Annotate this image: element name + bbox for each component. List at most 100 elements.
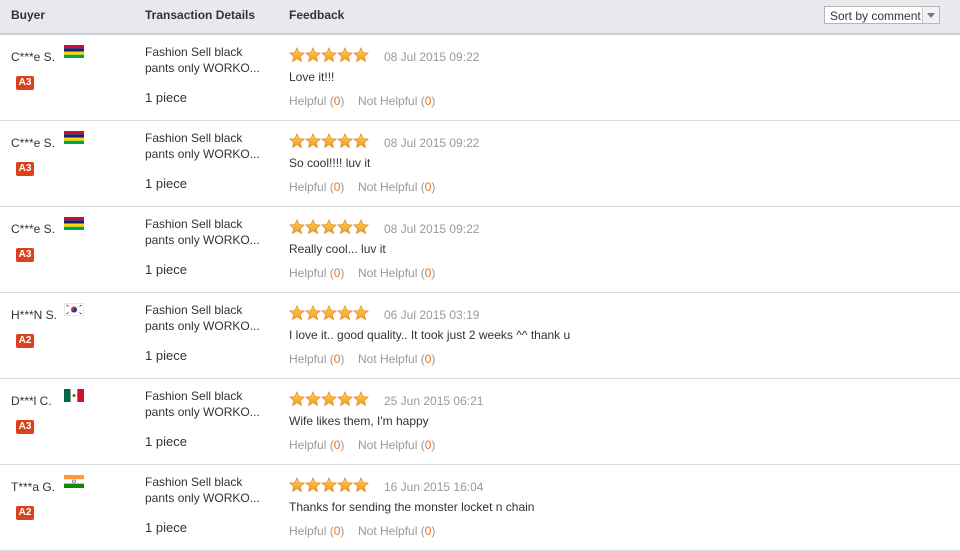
buyer-name: C***e S.	[11, 222, 56, 236]
star-icon	[336, 391, 354, 407]
helpful-label: Helpful	[289, 94, 327, 108]
review-comment: Wife likes them, I'm happy	[289, 414, 429, 428]
not-helpful-button[interactable]: Not Helpful (0)	[358, 352, 435, 366]
helpful-label: Helpful	[289, 438, 327, 452]
star-icon	[320, 219, 338, 235]
buyer-level-badge: A3	[16, 248, 34, 262]
flag-mauritius-icon	[64, 131, 84, 144]
helpful-count: 0	[333, 352, 341, 366]
product-link[interactable]: Fashion Sell black pants only WORKO...	[145, 216, 270, 248]
star-icon	[336, 305, 354, 321]
quantity: 1 piece	[145, 348, 187, 363]
star-icon	[304, 477, 322, 493]
review-comment: Really cool... luv it	[289, 242, 386, 256]
helpful-button[interactable]: Helpful (0)	[289, 266, 344, 280]
helpful-button[interactable]: Helpful (0)	[289, 524, 344, 538]
review-date: 08 Jul 2015 09:22	[384, 50, 480, 64]
buyer-name: C***e S.	[11, 136, 56, 150]
product-link[interactable]: Fashion Sell black pants only WORKO...	[145, 44, 270, 76]
star-icon	[320, 133, 338, 149]
buyer-level-badge: A2	[16, 334, 34, 348]
star-icon	[352, 133, 370, 149]
not-helpful-button[interactable]: Not Helpful (0)	[358, 438, 435, 452]
star-icon	[288, 133, 306, 149]
star-icon	[336, 477, 354, 493]
not-helpful-label: Not Helpful	[358, 438, 418, 452]
quantity: 1 piece	[145, 262, 187, 277]
not-helpful-button[interactable]: Not Helpful (0)	[358, 266, 435, 280]
not-helpful-label: Not Helpful	[358, 180, 418, 194]
flag-india-icon	[64, 475, 84, 488]
product-link[interactable]: Fashion Sell black pants only WORKO...	[145, 130, 270, 162]
review-row: D***l C. A3 Fashion Sell black pants only …	[0, 379, 960, 465]
sort-select[interactable]: Sort by comment	[824, 6, 940, 24]
product-link[interactable]: Fashion Sell black pants only WORKO...	[145, 474, 270, 506]
star-icon	[320, 47, 338, 63]
helpful-button[interactable]: Helpful (0)	[289, 180, 344, 194]
helpful-label: Helpful	[289, 524, 327, 538]
not-helpful-button[interactable]: Not Helpful (0)	[358, 180, 435, 194]
review-comment: Love it!!!	[289, 70, 335, 84]
review-list: C***e S. A3 Fashion Sell black pants only …	[0, 35, 960, 551]
helpful-count: 0	[333, 94, 341, 108]
star-icon	[304, 305, 322, 321]
star-icon	[352, 477, 370, 493]
buyer-level-badge: A2	[16, 506, 34, 520]
helpful-label: Helpful	[289, 266, 327, 280]
review-date: 16 Jun 2015 16:04	[384, 480, 484, 494]
helpful-button[interactable]: Helpful (0)	[289, 438, 344, 452]
helpful-count: 0	[333, 180, 341, 194]
quantity: 1 piece	[145, 176, 187, 191]
not-helpful-button[interactable]: Not Helpful (0)	[358, 94, 435, 108]
star-rating	[288, 47, 370, 63]
quantity: 1 piece	[145, 434, 187, 449]
review-comment: So cool!!!! luv it	[289, 156, 371, 170]
buyer-level-badge: A3	[16, 162, 34, 176]
column-header-feedback: Feedback	[289, 8, 345, 22]
not-helpful-count: 0	[424, 266, 432, 280]
star-icon	[352, 391, 370, 407]
flag-mexico-icon	[64, 389, 84, 402]
review-comment: I love it.. good quality.. It took just …	[289, 328, 571, 342]
quantity: 1 piece	[145, 520, 187, 535]
helpful-button[interactable]: Helpful (0)	[289, 352, 344, 366]
star-icon	[352, 47, 370, 63]
review-row: H***N S. A2 Fashion Sell black pants only …	[0, 293, 960, 379]
star-icon	[320, 391, 338, 407]
star-icon	[320, 305, 338, 321]
not-helpful-count: 0	[424, 94, 432, 108]
product-link[interactable]: Fashion Sell black pants only WORKO...	[145, 388, 270, 420]
review-row: C***e S. A3 Fashion Sell black pants only …	[0, 121, 960, 207]
not-helpful-button[interactable]: Not Helpful (0)	[358, 524, 435, 538]
buyer-name: D***l C.	[11, 394, 52, 408]
review-row: T***a G. A2 Fashion Sell black pants only …	[0, 465, 960, 551]
star-icon	[304, 47, 322, 63]
star-rating	[288, 391, 370, 407]
buyer-name: C***e S.	[11, 50, 56, 64]
star-icon	[320, 477, 338, 493]
not-helpful-count: 0	[424, 524, 432, 538]
star-icon	[352, 219, 370, 235]
star-rating	[288, 219, 370, 235]
product-link[interactable]: Fashion Sell black pants only WORKO...	[145, 302, 270, 334]
chevron-down-icon[interactable]	[922, 7, 939, 23]
flag-korea-icon	[63, 302, 85, 317]
column-header-transaction: Transaction Details	[145, 8, 256, 22]
star-icon	[304, 219, 322, 235]
not-helpful-label: Not Helpful	[358, 352, 418, 366]
star-icon	[336, 133, 354, 149]
sort-select-value: Sort by comment	[830, 9, 921, 23]
review-date: 08 Jul 2015 09:22	[384, 136, 480, 150]
star-icon	[336, 219, 354, 235]
quantity: 1 piece	[145, 90, 187, 105]
not-helpful-count: 0	[424, 180, 432, 194]
column-header-buyer: Buyer	[11, 8, 46, 22]
star-icon	[304, 391, 322, 407]
helpful-button[interactable]: Helpful (0)	[289, 94, 344, 108]
star-icon	[288, 47, 306, 63]
review-date: 06 Jul 2015 03:19	[384, 308, 480, 322]
review-date: 25 Jun 2015 06:21	[384, 394, 484, 408]
helpful-count: 0	[333, 438, 341, 452]
star-rating	[288, 305, 370, 321]
star-icon	[352, 305, 370, 321]
